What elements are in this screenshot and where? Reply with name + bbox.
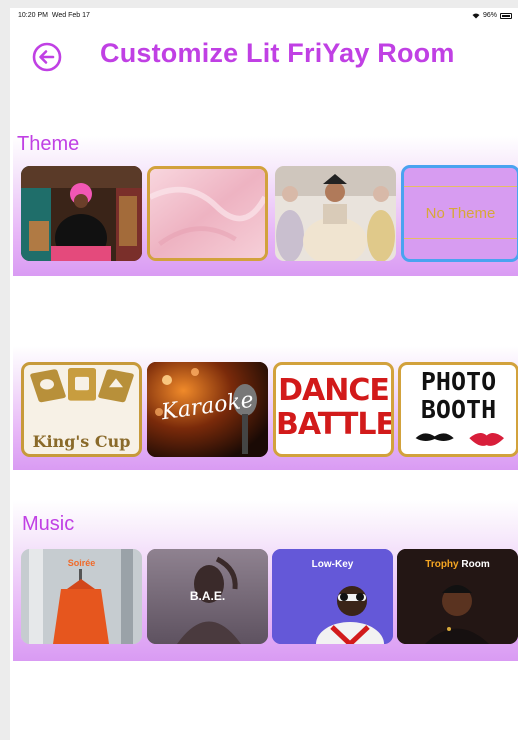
status-time: 10:20 PM Wed Feb 17 xyxy=(18,12,90,19)
mustache-lips-icon xyxy=(415,433,504,446)
theme-section-title: Theme xyxy=(17,133,80,155)
theme-pink-hair-room[interactable] xyxy=(21,166,142,261)
theme-pink-silk[interactable] xyxy=(147,166,268,261)
music-bae[interactable]: B.A.E. xyxy=(147,549,268,644)
music-low-key[interactable]: Low-Key xyxy=(272,549,393,644)
trophy-room-label: Trophy Room xyxy=(397,559,518,570)
status-right: 96% xyxy=(472,12,512,19)
photo-booth-line2: BOOTH xyxy=(420,395,497,424)
soiree-label: Soirée xyxy=(67,558,96,568)
low-key-label: Low-Key xyxy=(311,559,354,570)
game-dance-battle[interactable]: DANCE BATTLE xyxy=(273,362,394,457)
photo-booth-line1: PHOTO xyxy=(420,367,497,396)
wifi-icon xyxy=(472,13,480,18)
battery-percent: 96% xyxy=(482,12,497,19)
theme-baroque-queen[interactable] xyxy=(275,166,396,261)
kings-cup-icon xyxy=(30,367,134,403)
theme-none[interactable]: No Theme xyxy=(401,165,518,262)
dance-battle-line1: DANCE xyxy=(278,373,390,408)
music-section-title: Music xyxy=(22,513,75,535)
bae-label: B.A.E. xyxy=(189,589,226,603)
status-bar: 10:20 PM Wed Feb 17 96% xyxy=(10,8,518,24)
music-soiree[interactable]: Soirée xyxy=(21,549,142,644)
divider-bottom xyxy=(404,238,517,239)
trophy-room-label-b: Room xyxy=(458,559,490,570)
game-kings-cup[interactable]: King's Cup xyxy=(21,362,142,457)
app-screen: 10:20 PM Wed Feb 17 96% Customize Lit Fr… xyxy=(10,8,518,740)
arrow-left-circle-icon[interactable] xyxy=(32,42,62,72)
battery-icon xyxy=(500,12,512,19)
music-trophy-room[interactable]: Trophy Room xyxy=(397,549,518,644)
trophy-room-label-a: Trophy xyxy=(425,559,459,570)
no-theme-label: No Theme xyxy=(425,205,496,222)
kings-cup-label: King's Cup xyxy=(32,432,131,451)
dance-battle-line2: BATTLE xyxy=(276,407,394,442)
game-karaoke[interactable]: Karaoke xyxy=(147,362,268,457)
game-photo-booth[interactable]: PHOTO BOOTH xyxy=(398,362,518,457)
divider-top xyxy=(404,186,517,187)
page-title: Customize Lit FriYay Room xyxy=(100,38,455,68)
